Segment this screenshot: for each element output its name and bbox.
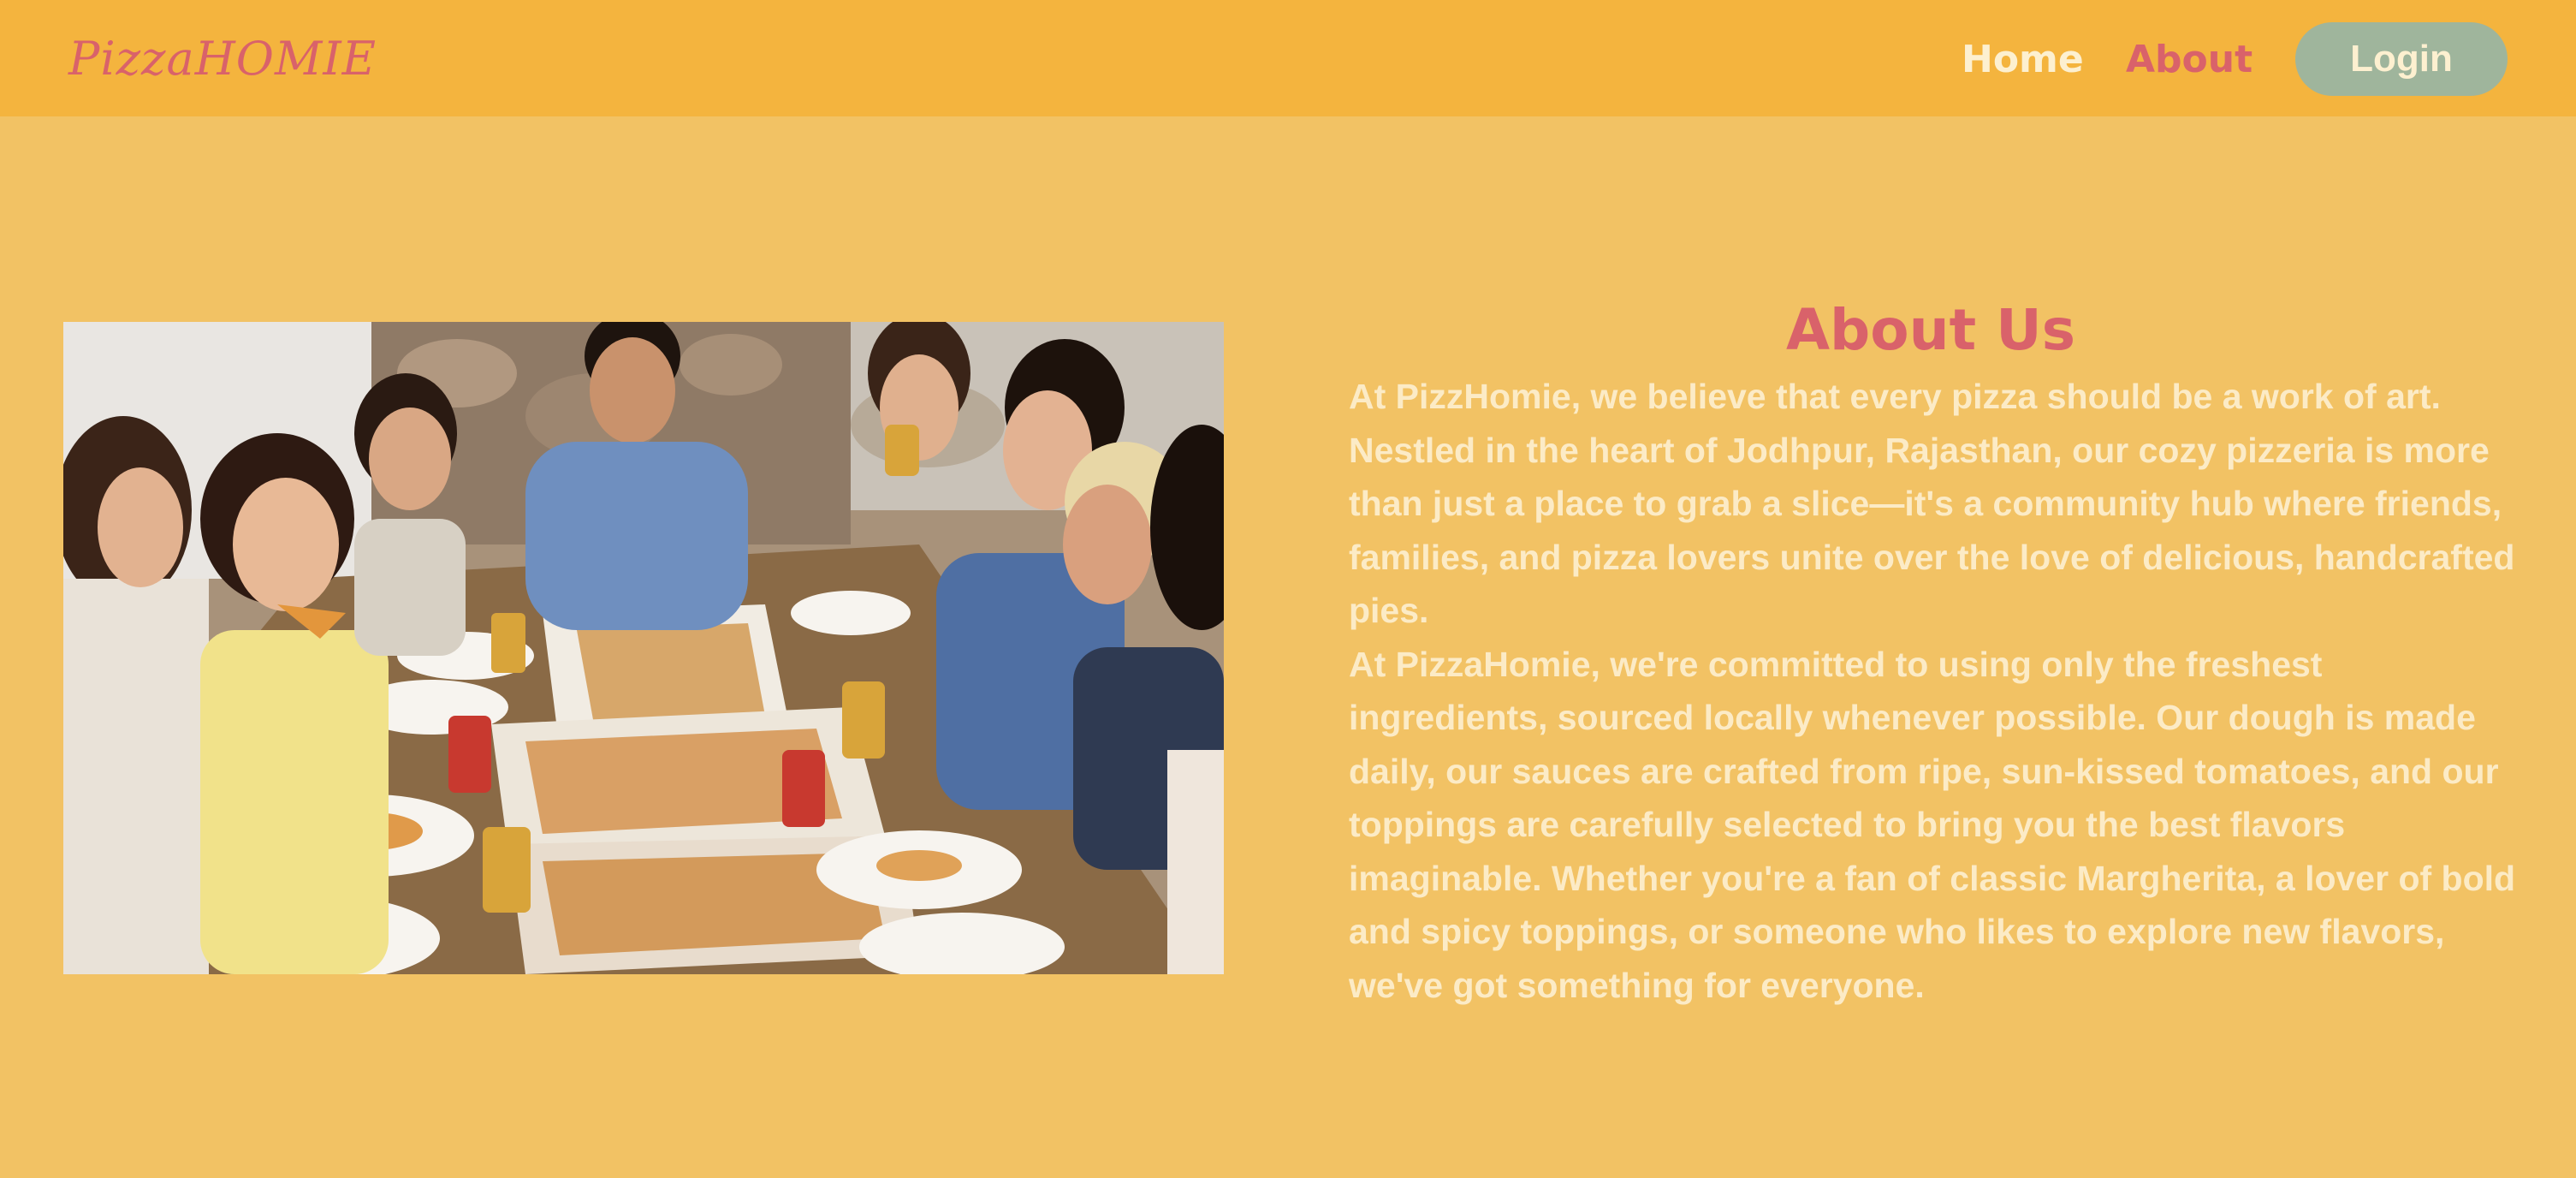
nav-link-about[interactable]: About (2126, 34, 2253, 86)
about-title: About Us (1785, 297, 2076, 363)
about-paragraph-1: At PizzHomie, we believe that every pizz… (1349, 377, 2515, 630)
login-button[interactable]: Login (2295, 22, 2508, 96)
site-logo[interactable]: PizzaHOMIE (68, 29, 377, 89)
nav-link-home[interactable]: Home (1962, 34, 2084, 86)
navbar: PizzaHOMIE Home About Login (0, 0, 2576, 116)
friends-eating-pizza-image (63, 322, 1224, 974)
about-paragraph-2: At PizzaHomie, we're committed to using … (1349, 644, 2516, 1005)
about-description: At PizzHomie, we believe that every pizz… (1349, 370, 2523, 1012)
